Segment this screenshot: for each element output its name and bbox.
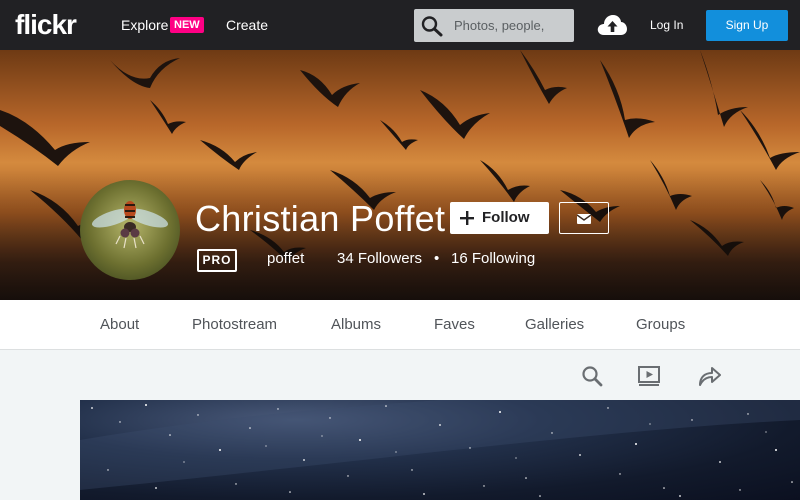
- follow-button[interactable]: Follow: [450, 202, 549, 234]
- search-icon[interactable]: [580, 364, 604, 388]
- mail-icon: [576, 212, 592, 224]
- tab-groups[interactable]: Groups: [636, 316, 685, 333]
- new-badge: NEW: [170, 17, 204, 33]
- plus-icon: [459, 210, 475, 226]
- avatar[interactable]: [80, 180, 180, 280]
- following-count[interactable]: 16 Following: [451, 250, 535, 267]
- login-link[interactable]: Log In: [650, 18, 683, 32]
- cloud-upload-icon[interactable]: [596, 13, 628, 37]
- profile-username: poffet: [267, 250, 305, 267]
- flickr-logo[interactable]: flickr: [15, 9, 77, 41]
- profile-name: Christian Poffet: [195, 198, 446, 239]
- stats-separator: •: [434, 250, 440, 267]
- pro-badge: PRO: [197, 249, 237, 272]
- share-icon[interactable]: [697, 364, 721, 388]
- followers-count[interactable]: 34 Followers: [337, 250, 422, 267]
- tab-photostream[interactable]: Photostream: [192, 316, 277, 333]
- tab-albums[interactable]: Albums: [331, 316, 381, 333]
- search-box[interactable]: [414, 9, 574, 42]
- follow-label: Follow: [482, 209, 530, 226]
- night-sky-image: [80, 400, 800, 497]
- nav-create-link[interactable]: Create: [226, 17, 268, 33]
- search-icon[interactable]: [420, 15, 444, 37]
- top-nav-bar: flickr Explore NEW Create Log In Sign Up: [0, 0, 800, 50]
- nav-explore-link[interactable]: Explore: [121, 17, 168, 33]
- signup-button[interactable]: Sign Up: [706, 10, 788, 41]
- cover-photo: Christian Poffet Follow PRO poffet 34 Fo…: [0, 50, 800, 300]
- tab-faves[interactable]: Faves: [434, 316, 475, 333]
- photostream-photo[interactable]: [80, 400, 800, 500]
- slideshow-icon[interactable]: [637, 364, 661, 388]
- search-input[interactable]: [454, 9, 572, 42]
- hoverfly-avatar-image: [91, 201, 169, 249]
- message-button[interactable]: [559, 202, 609, 234]
- profile-subnav: About Photostream Albums Faves Galleries…: [0, 300, 800, 350]
- tab-about[interactable]: About: [100, 316, 139, 333]
- tab-galleries[interactable]: Galleries: [525, 316, 584, 333]
